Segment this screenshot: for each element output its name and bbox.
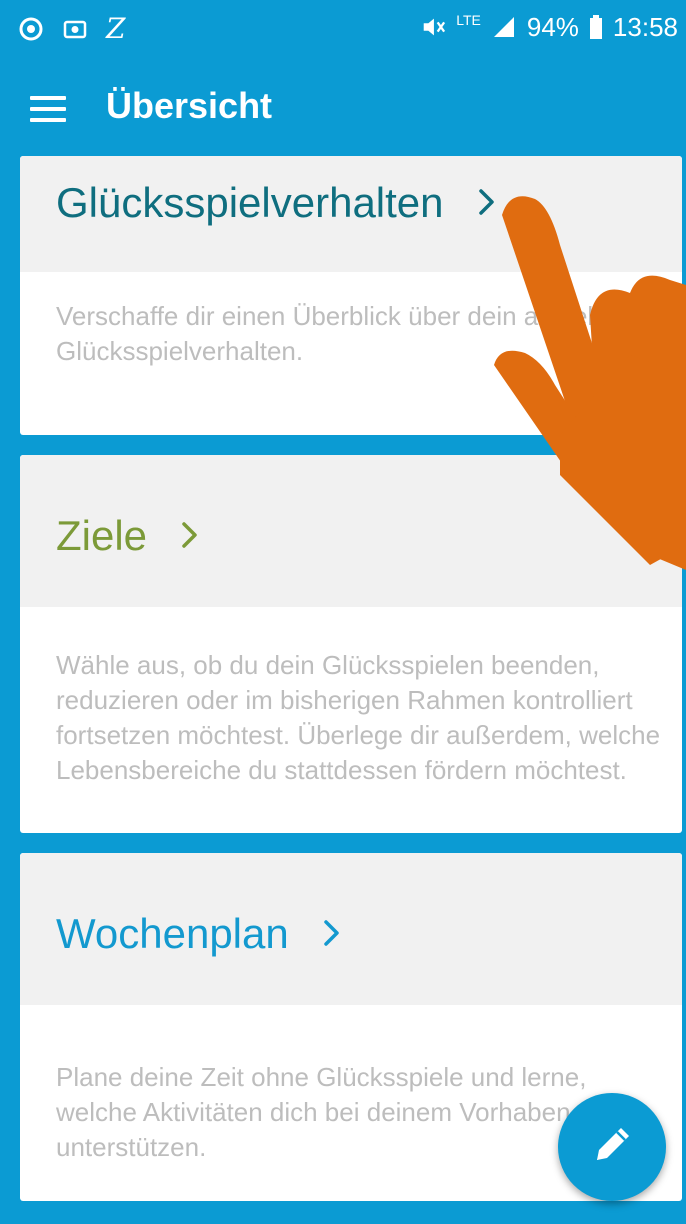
- battery-icon: [589, 14, 603, 40]
- signal-icon: [491, 14, 517, 40]
- z-app-icon: Z: [106, 12, 126, 45]
- screenshot-icon: [62, 16, 88, 42]
- card-description: Wähle aus, ob du dein Glücksspielen been…: [56, 650, 661, 785]
- card-description: Verschaffe dir einen Überblick über dein…: [56, 301, 627, 366]
- edit-fab-button[interactable]: [558, 1093, 666, 1201]
- card-gluecksspielverhalten[interactable]: Glücksspielverhalten Verschaffe dir eine…: [20, 156, 682, 435]
- chevron-right-icon: [478, 178, 496, 228]
- battery-percentage: 94%: [526, 12, 579, 42]
- chevron-right-icon: [323, 909, 341, 959]
- card-header[interactable]: Wochenplan: [20, 853, 682, 1005]
- card-title: Wochenplan: [56, 910, 289, 957]
- card-title-link[interactable]: Wochenplan: [56, 909, 341, 959]
- hamburger-menu-icon[interactable]: [30, 96, 66, 122]
- card-title: Ziele: [56, 512, 148, 559]
- card-ziele[interactable]: Ziele Wähle aus, ob du dein Glücksspiele…: [20, 455, 682, 833]
- mute-icon: [420, 14, 446, 40]
- edit-pencil-icon: [589, 1122, 635, 1173]
- page-title: Übersicht: [106, 85, 273, 126]
- card-title: Glücksspielverhalten: [56, 179, 444, 226]
- card-title-link[interactable]: Glücksspielverhalten: [56, 178, 496, 228]
- sync-icon: [18, 16, 44, 42]
- app-bar: Übersicht: [0, 56, 686, 156]
- card-title-link[interactable]: Ziele: [56, 511, 199, 561]
- clock: 13:58: [612, 12, 678, 42]
- chevron-right-icon: [181, 511, 199, 561]
- card-header[interactable]: Ziele: [20, 455, 682, 607]
- card-header[interactable]: Glücksspielverhalten: [20, 156, 682, 272]
- status-bar: Z LTE 94% 13:58: [0, 0, 686, 56]
- network-type: LTE: [456, 12, 481, 28]
